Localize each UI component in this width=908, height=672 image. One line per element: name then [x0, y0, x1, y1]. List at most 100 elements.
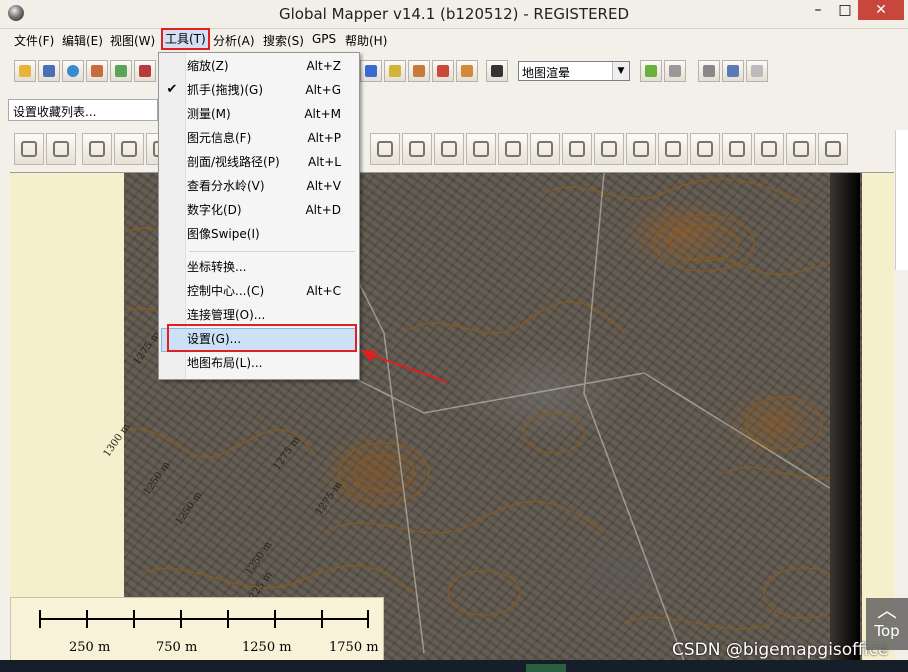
tower-button[interactable]	[408, 60, 430, 82]
hatch-icon	[697, 141, 713, 157]
digitizer-tool-11[interactable]	[530, 133, 560, 165]
menu-tools[interactable]: 工具(T)	[161, 28, 210, 50]
scale-tick	[274, 610, 276, 628]
palette-icon	[645, 65, 657, 77]
taskbar-app[interactable]	[526, 664, 566, 672]
chevron-down-icon[interactable]: ▼	[612, 62, 629, 80]
digitizer-tool-13[interactable]	[594, 133, 624, 165]
menu-item-coord-convert[interactable]: 坐标转换...	[187, 256, 357, 278]
menu-item-pan[interactable]: 抓手(拖拽)(G) Alt+G	[187, 79, 357, 101]
scissors-icon	[139, 65, 151, 77]
menu-item-label: 剖面/视线路径(P)	[187, 155, 280, 169]
map-view[interactable]: 1275 m 1300 m 1250 m 1275 m 1250 m 1275 …	[10, 172, 894, 661]
corner-arrow-icon	[793, 141, 809, 157]
digitizer-tool-7[interactable]	[402, 133, 432, 165]
menu-item-label: 抓手(拖拽)(G)	[187, 83, 264, 97]
scale-tick	[133, 610, 135, 628]
digitizer-tool-3[interactable]	[82, 133, 112, 165]
close-button[interactable]: ✕	[858, 0, 904, 20]
edit-feature-button[interactable]	[384, 60, 406, 82]
draw-button[interactable]	[432, 60, 454, 82]
path-profile-button[interactable]	[698, 60, 720, 82]
menu-item-connection-manager[interactable]: 连接管理(O)...	[187, 304, 357, 326]
digitizer-tool-8[interactable]	[434, 133, 464, 165]
menu-item-shortcut: Alt+D	[305, 203, 341, 217]
menu-item-label: 图元信息(F)	[187, 131, 252, 145]
3d-view-button[interactable]	[664, 60, 686, 82]
menu-item-feature-info[interactable]: 图元信息(F) Alt+P	[187, 127, 357, 149]
globe-icon	[67, 65, 79, 77]
scale-tick	[39, 610, 41, 628]
menu-help[interactable]: 帮助(H)	[345, 32, 387, 49]
digitizer-tool-16[interactable]	[690, 133, 720, 165]
menu-analysis[interactable]: 分析(A)	[213, 32, 255, 49]
scale-label: 750 m	[156, 640, 198, 655]
menu-item-measure[interactable]: 测量(M) Alt+M	[187, 103, 357, 125]
digitizer-tool-6[interactable]	[370, 133, 400, 165]
menu-gps[interactable]: GPS	[312, 32, 336, 46]
menu-item-label: 图像Swipe(I)	[187, 227, 260, 241]
favorites-value: 设置收藏列表...	[13, 105, 97, 119]
digitizer-tool-4[interactable]	[114, 133, 144, 165]
digitizer-tool-19[interactable]	[786, 133, 816, 165]
menu-search[interactable]: 搜索(S)	[263, 32, 304, 49]
binoculars-icon	[491, 65, 503, 77]
split-icon	[473, 141, 489, 157]
menu-item-zoom[interactable]: 缩放(Z) Alt+Z	[187, 55, 357, 77]
menu-edit[interactable]: 编辑(E)	[62, 32, 103, 49]
scale-tick	[367, 610, 369, 628]
pencil-icon	[389, 65, 401, 77]
menu-item-watershed[interactable]: 查看分水岭(V) Alt+V	[187, 175, 357, 197]
menu-item-label: 地图布局(L)...	[187, 356, 263, 370]
document-button[interactable]	[722, 60, 744, 82]
3d-icon	[669, 65, 681, 77]
digitizer-tool-20[interactable]	[818, 133, 848, 165]
overlay-control-button[interactable]	[86, 60, 108, 82]
profile-icon	[703, 65, 715, 77]
scale-tick	[227, 610, 229, 628]
brush-icon	[437, 65, 449, 77]
menu-file[interactable]: 文件(F)	[14, 32, 54, 49]
shader-button[interactable]	[640, 60, 662, 82]
star-tool-button[interactable]	[746, 60, 768, 82]
menu-item-path-profile[interactable]: 剖面/视线路径(P) Alt+L	[187, 151, 357, 173]
render-mode-select[interactable]: 地图渲晕 ▼	[518, 61, 630, 81]
scale-label: 1750 m	[329, 640, 379, 655]
save-button[interactable]	[38, 60, 60, 82]
digitizer-tool-14[interactable]	[626, 133, 656, 165]
digitizer-tool-12[interactable]	[562, 133, 592, 165]
menu-item-shortcut: Alt+Z	[306, 59, 341, 73]
minimize-button[interactable]: –	[804, 0, 832, 20]
buffer-icon	[569, 141, 585, 157]
digitizer-tool-18[interactable]	[754, 133, 784, 165]
remove-layer-button[interactable]	[134, 60, 156, 82]
menu-item-label: 坐标转换...	[187, 260, 247, 274]
digitizer-tool-10[interactable]	[498, 133, 528, 165]
digitizer-tool-1[interactable]	[14, 133, 44, 165]
digitizer-tool-15[interactable]	[658, 133, 688, 165]
back-to-top-button[interactable]: ︿ Top	[866, 598, 908, 650]
maximize-button[interactable]: □	[832, 0, 858, 20]
menu-item-label: 数字化(D)	[187, 203, 242, 217]
open-folder-button[interactable]	[14, 60, 36, 82]
favorites-select[interactable]: 设置收藏列表...	[8, 99, 158, 121]
chevron-down-icon	[461, 65, 473, 77]
binoculars-button[interactable]	[486, 60, 508, 82]
join-icon	[505, 141, 521, 157]
config-button[interactable]	[110, 60, 132, 82]
gear-icon	[121, 141, 137, 157]
menu-item-image-swipe[interactable]: 图像Swipe(I)	[187, 223, 357, 245]
menu-item-control-center[interactable]: 控制中心...(C) Alt+C	[187, 280, 357, 302]
online-data-button[interactable]	[62, 60, 84, 82]
dropdown-tool-button[interactable]	[456, 60, 478, 82]
menu-view[interactable]: 视图(W)	[110, 32, 155, 49]
scale-line	[39, 618, 369, 620]
blob-icon	[729, 141, 745, 157]
digitizer-tool-9[interactable]	[466, 133, 496, 165]
menu-item-shortcut: Alt+C	[306, 284, 341, 298]
menu-item-digitize[interactable]: 数字化(D) Alt+D	[187, 199, 357, 221]
feature-info-button[interactable]	[360, 60, 382, 82]
digitizer-tool-2[interactable]	[46, 133, 76, 165]
digitizer-tool-17[interactable]	[722, 133, 752, 165]
menu-item-map-layout[interactable]: 地图布局(L)...	[187, 352, 357, 374]
